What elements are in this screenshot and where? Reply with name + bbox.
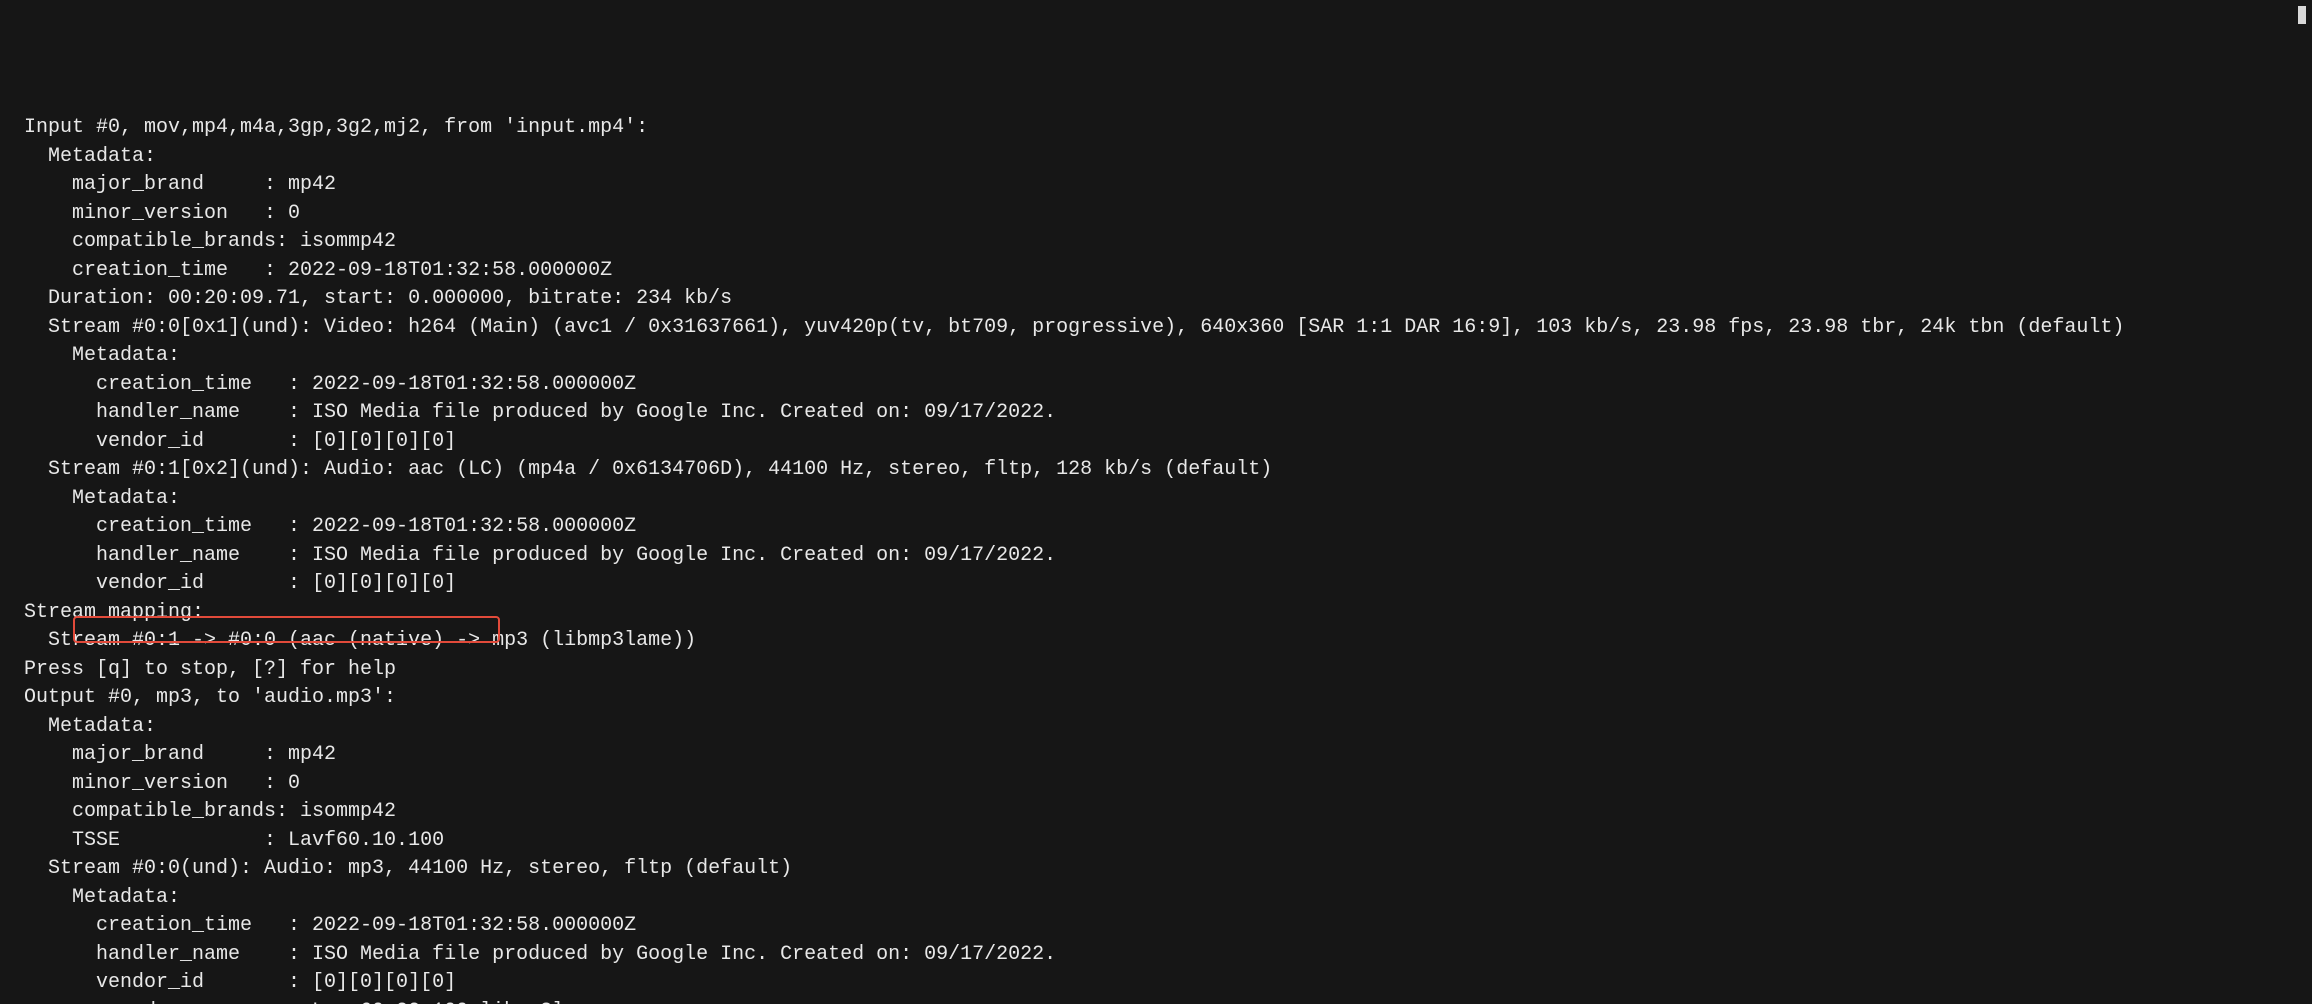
terminal-line: Stream #0:0[0x1](und): Video: h264 (Main… [24, 314, 2304, 343]
terminal-line: TSSE : Lavf60.10.100 [24, 827, 2304, 856]
terminal-line: handler_name : ISO Media file produced b… [24, 542, 2304, 571]
terminal-line: vendor_id : [0][0][0][0] [24, 428, 2304, 457]
terminal-line: Stream #0:0(und): Audio: mp3, 44100 Hz, … [24, 855, 2304, 884]
terminal-line: compatible_brands: isommp42 [24, 798, 2304, 827]
terminal-line: creation_time : 2022-09-18T01:32:58.0000… [24, 912, 2304, 941]
terminal-line: Duration: 00:20:09.71, start: 0.000000, … [24, 285, 2304, 314]
terminal-line: Metadata: [24, 485, 2304, 514]
terminal-line: vendor_id : [0][0][0][0] [24, 969, 2304, 998]
terminal-line: Metadata: [24, 884, 2304, 913]
terminal-line: creation_time : 2022-09-18T01:32:58.0000… [24, 513, 2304, 542]
terminal-line: Stream #0:1[0x2](und): Audio: aac (LC) (… [24, 456, 2304, 485]
terminal-line: handler_name : ISO Media file produced b… [24, 399, 2304, 428]
terminal-line: creation_time : 2022-09-18T01:32:58.0000… [24, 257, 2304, 286]
terminal-line: Input #0, mov,mp4,m4a,3gp,3g2,mj2, from … [24, 114, 2304, 143]
terminal-line: major_brand : mp42 [24, 741, 2304, 770]
terminal-line: Press [q] to stop, [?] for help [24, 656, 2304, 685]
terminal-line: Metadata: [24, 342, 2304, 371]
terminal-line: Stream #0:1 -> #0:0 (aac (native) -> mp3… [24, 627, 2304, 656]
terminal-line: Output #0, mp3, to 'audio.mp3': [24, 684, 2304, 713]
terminal-line: encoder : Lavc60.22.100 libmp3lame [24, 998, 2304, 1004]
scrollbar-thumb[interactable] [2298, 6, 2306, 24]
terminal-line: minor_version : 0 [24, 200, 2304, 229]
terminal-line: Stream mapping: [24, 599, 2304, 628]
terminal-line: Metadata: [24, 713, 2304, 742]
terminal-line: compatible_brands: isommp42 [24, 228, 2304, 257]
terminal-line: handler_name : ISO Media file produced b… [24, 941, 2304, 970]
terminal-output[interactable]: Input #0, mov,mp4,m4a,3gp,3g2,mj2, from … [24, 114, 2304, 1004]
terminal-line: vendor_id : [0][0][0][0] [24, 570, 2304, 599]
terminal-line: creation_time : 2022-09-18T01:32:58.0000… [24, 371, 2304, 400]
terminal-line: minor_version : 0 [24, 770, 2304, 799]
terminal-line: Metadata: [24, 143, 2304, 172]
terminal-line: major_brand : mp42 [24, 171, 2304, 200]
